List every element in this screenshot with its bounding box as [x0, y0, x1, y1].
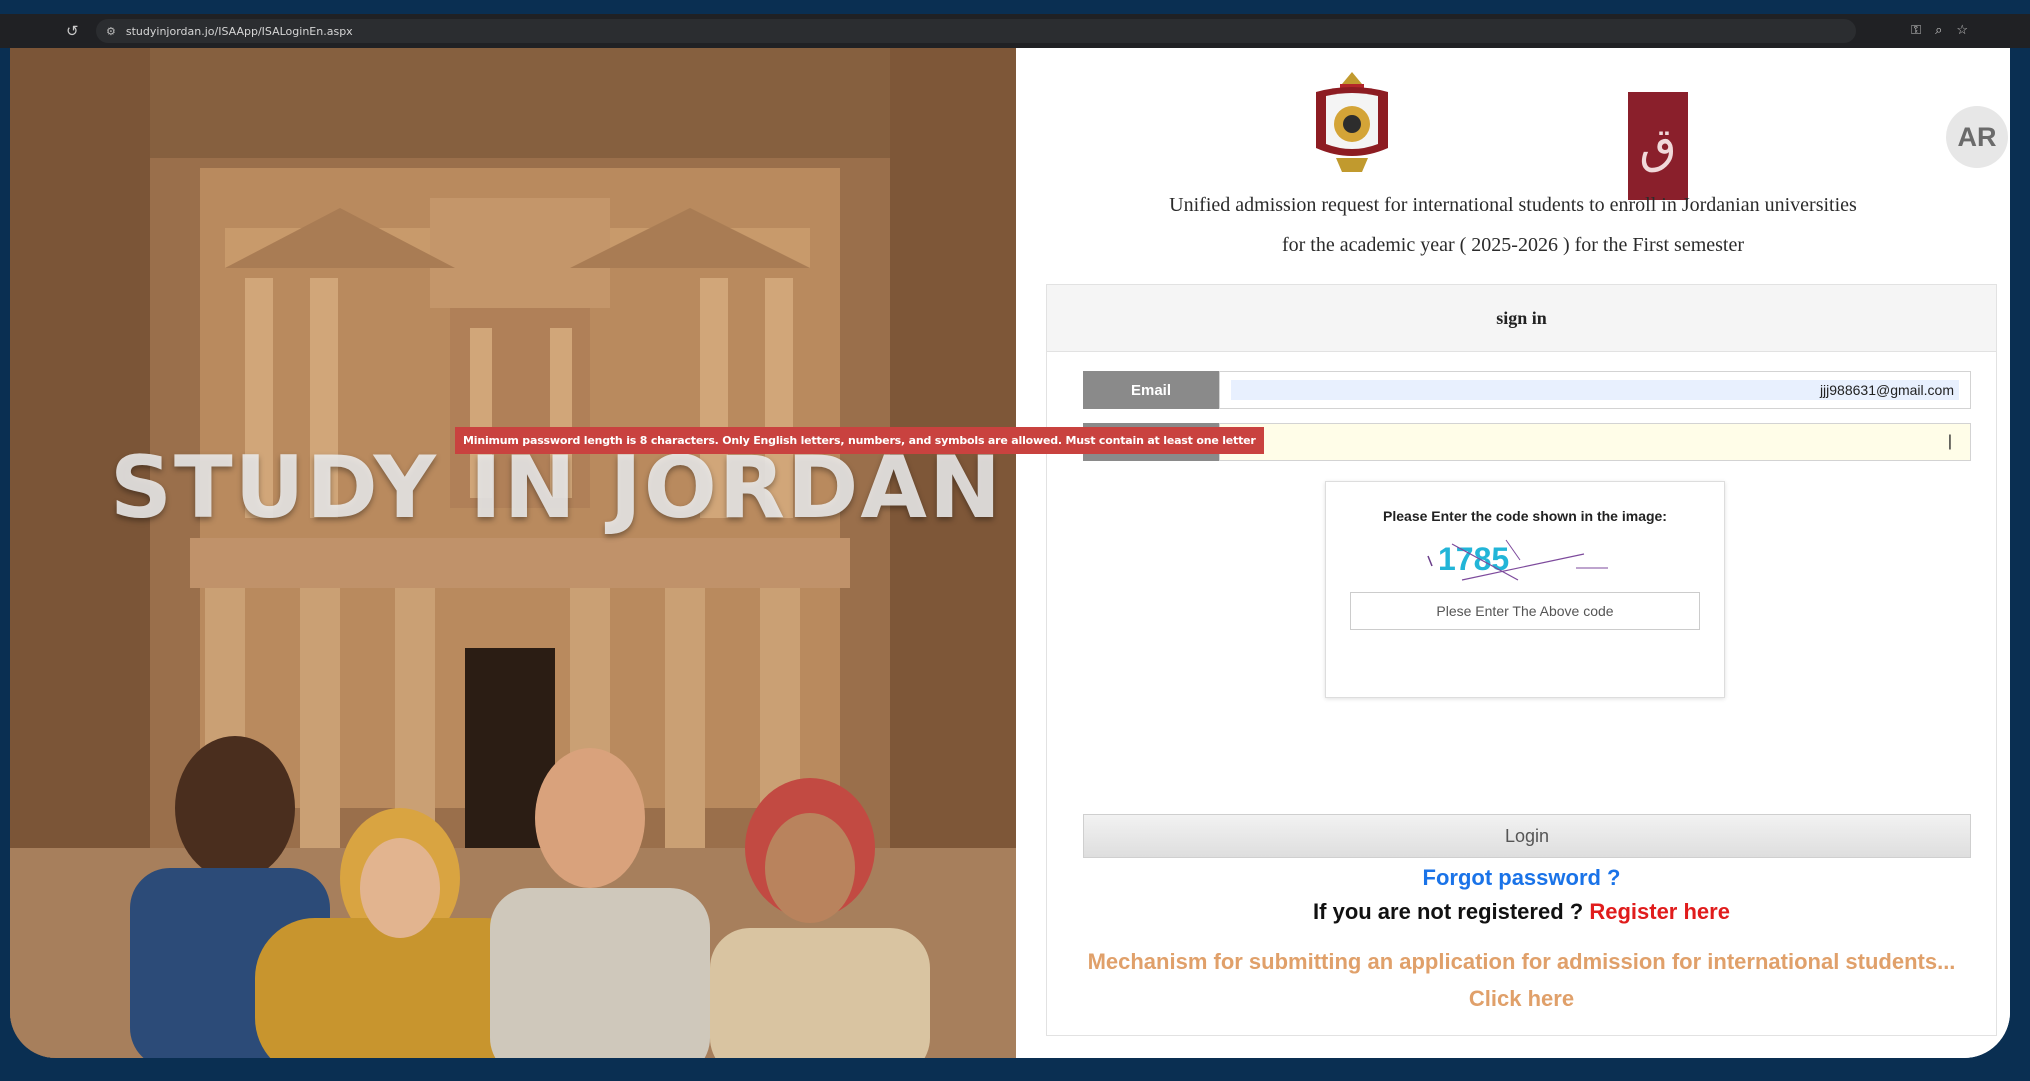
admission-title-line1: Unified admission request for internatio… [1169, 194, 1857, 216]
hero-image: STUDY IN JORDAN [10, 48, 1016, 1058]
email-label: Email [1083, 371, 1219, 409]
jordan-crest-icon [1316, 72, 1388, 172]
reload-icon[interactable]: ↺ [66, 22, 84, 40]
signin-card: sign in Email jjj988631@gmail.com | Plea… [1046, 284, 1997, 1036]
captcha-code: 1785 [1438, 541, 1509, 577]
zoom-icon[interactable]: ⌕ [1935, 22, 1942, 38]
treasury-illustration [10, 48, 1016, 1058]
password-field[interactable]: | [1219, 423, 1971, 461]
header-logos: ق [1306, 68, 1726, 200]
captcha-label: Please Enter the code shown in the image… [1383, 508, 1667, 524]
login-button[interactable]: Login [1083, 814, 1971, 858]
text-caret: | [1947, 433, 1952, 450]
page-frame: STUDY IN JORDAN ق AR Unified admission r… [10, 48, 2010, 1058]
forgot-password-link[interactable]: Forgot password ? [1047, 865, 1996, 891]
browser-action-icons: ⚿ ⌕ ☆ [1911, 22, 1968, 38]
captcha-input[interactable]: Plese Enter The Above code [1350, 592, 1700, 630]
admission-title-line2: for the academic year ( 2025-2026 ) for … [1281, 234, 1745, 256]
click-here-link[interactable]: Click here [1047, 986, 1996, 1012]
mechanism-link[interactable]: Mechanism for submitting an application … [1047, 949, 1996, 975]
email-row: Email jjj988631@gmail.com [1083, 371, 1971, 409]
tune-icon[interactable]: ⚙ [106, 25, 116, 38]
language-toggle-button[interactable]: AR [1946, 106, 2008, 168]
browser-toolbar: ↺ ⚙ studyinjordan.jo/ISAApp/ISALoginEn.a… [0, 14, 2030, 48]
ministry-logo-glyph: ق [1639, 118, 1677, 174]
register-prompt: If you are not registered ? Register her… [1047, 899, 1996, 925]
password-error-tooltip: Minimum password length is 8 characters.… [455, 427, 1264, 454]
not-registered-text: If you are not registered ? [1313, 899, 1584, 924]
star-icon[interactable]: ☆ [1956, 22, 1968, 38]
ministry-logo: ق [1628, 92, 1688, 200]
captcha-box: Please Enter the code shown in the image… [1325, 481, 1725, 698]
signin-title: sign in [1047, 285, 1996, 352]
login-panel: ق AR Unified admission request for inter… [1016, 48, 2010, 1058]
register-link[interactable]: Register here [1589, 899, 1730, 924]
address-bar[interactable]: ⚙ studyinjordan.jo/ISAApp/ISALoginEn.asp… [96, 19, 1856, 43]
email-value: jjj988631@gmail.com [1819, 382, 1954, 398]
key-icon[interactable]: ⚿ [1911, 22, 1921, 38]
url-text: studyinjordan.jo/ISAApp/ISALoginEn.aspx [125, 24, 353, 38]
captcha-image: 1785 [1427, 539, 1608, 581]
